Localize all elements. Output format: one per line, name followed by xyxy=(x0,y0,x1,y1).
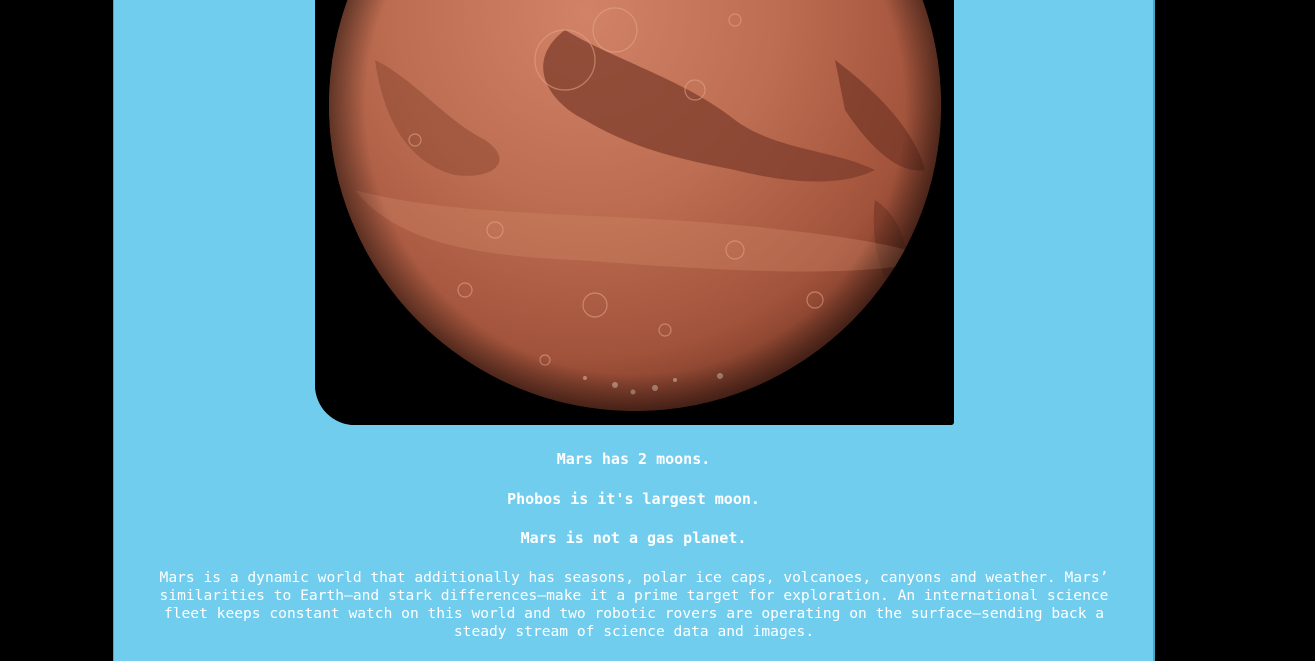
mars-image xyxy=(315,0,954,425)
largest-moon-text: Phobos is it's largest moon. xyxy=(507,490,760,508)
gas-planet-text: Mars is not a gas planet. xyxy=(520,529,747,547)
mars-description: Mars is a dynamic world that additionall… xyxy=(159,569,1109,640)
moons-count-text: Mars has 2 moons. xyxy=(556,450,711,468)
mars-planet-graphic xyxy=(315,0,954,425)
content-panel: Mars has 2 moons. Phobos is it's largest… xyxy=(113,0,1155,661)
